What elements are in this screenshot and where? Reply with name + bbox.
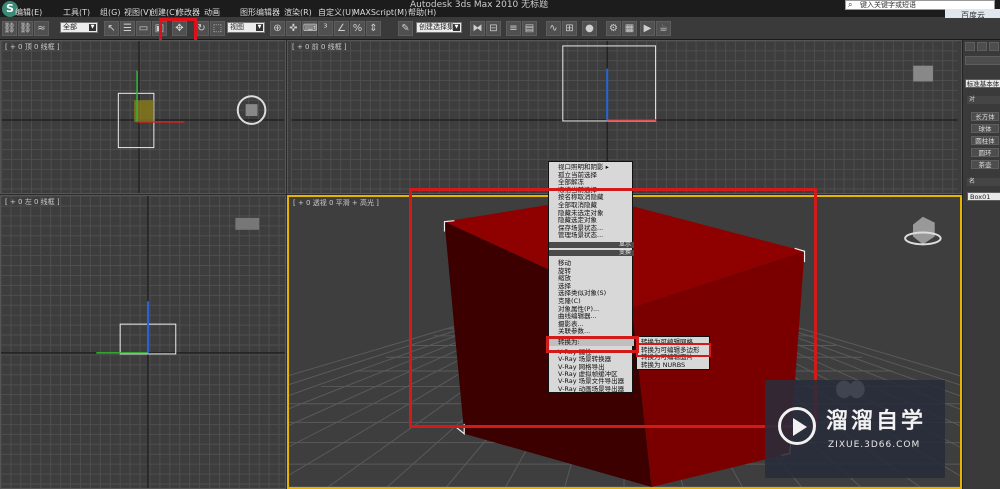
primitive-type-dropdown[interactable]: 标准基本体 (965, 79, 1000, 88)
chevron-down-icon: ▼ (453, 24, 460, 31)
modify-tab[interactable] (977, 42, 987, 51)
watermark-title: 溜溜自学 (826, 409, 927, 434)
object-type-button-4[interactable]: 茶壶 (971, 160, 999, 169)
select-object-icon[interactable]: ↖ (104, 21, 119, 36)
menu-rendering[interactable]: 渲染(R) (284, 8, 312, 18)
menu-create[interactable]: 创建(C) (150, 8, 178, 18)
viewport-left[interactable]: [ + 0 左 0 线框 ] (0, 195, 286, 489)
hierarchy-tab[interactable] (989, 42, 999, 51)
graphite-ribbon-icon[interactable]: ▤ (522, 21, 537, 36)
align-icon[interactable]: ⊟ (486, 21, 501, 36)
left-grid (1, 196, 285, 488)
percent-snap-icon[interactable]: % (350, 21, 365, 36)
play-icon (793, 418, 807, 436)
layer-manager-icon[interactable]: ≡ (506, 21, 521, 36)
edit-named-sets-icon[interactable]: ✎ (398, 21, 413, 36)
menu-help[interactable]: 帮助(H) (408, 8, 436, 18)
render-setup-icon[interactable]: ⚙ (606, 21, 621, 36)
menu-customize[interactable]: 自定义(U) (318, 8, 354, 18)
coordinate-system-value: 视图 (230, 23, 244, 31)
viewport-label-top[interactable]: [ + 0 顶 0 线框 ] (5, 43, 60, 51)
object-type-header[interactable]: 对 (967, 96, 1000, 104)
top-grid (1, 41, 285, 193)
angle-snap-icon[interactable]: ∠ (334, 21, 349, 36)
selection-filter-value: 全部 (63, 23, 77, 31)
menu-maxscript[interactable]: MAXScript(M) (353, 8, 407, 18)
menu-graph-editors[interactable]: 图形编辑器 (240, 8, 280, 18)
object-type-button-3[interactable]: 圆环 (971, 148, 999, 157)
name-color-header[interactable]: 名 (967, 178, 1000, 186)
create-tab[interactable] (965, 42, 975, 51)
pivot-icon[interactable]: ⊕ (270, 21, 285, 36)
object-type-button-1[interactable]: 球体 (971, 124, 999, 133)
menu-animation[interactable]: 动画 (204, 8, 220, 18)
named-selection-value: 创建选择集 (419, 23, 454, 31)
menu-edit[interactable]: 编辑(E) (15, 8, 42, 18)
viewport-top[interactable]: [ + 0 顶 0 线框 ] (0, 40, 286, 194)
object-type-button-2[interactable]: 圆柱体 (971, 136, 999, 145)
snap-toggle-icon[interactable]: ³ (318, 21, 333, 36)
menu-tools[interactable]: 工具(T) (63, 8, 90, 18)
viewport-label-front[interactable]: [ + 0 前 0 线框 ] (292, 43, 347, 51)
scale-icon[interactable]: ⬚ (210, 21, 225, 36)
teapot-icon[interactable]: ☕ (656, 21, 671, 36)
viewport-label-left[interactable]: [ + 0 左 0 线框 ] (5, 198, 60, 206)
menu-modifiers[interactable]: 修改器 (176, 8, 200, 18)
chevron-down-icon: ▼ (89, 24, 96, 31)
unlink-icon[interactable]: ⛓ (18, 21, 33, 36)
coordinate-system-dropdown[interactable]: 视图 ▼ (227, 22, 265, 33)
render-icon[interactable]: ▶ (640, 21, 655, 36)
viewport-label-perspective[interactable]: [ + 0 透视 0 平滑 + 高光 ] (293, 199, 379, 207)
watermark-url: ZIXUE.3D66.COM (828, 440, 921, 450)
search-icon: ⌕ (848, 0, 853, 9)
rectangle-region-icon[interactable]: ▭ (136, 21, 151, 36)
spinner-snap-icon[interactable]: ⇕ (366, 21, 381, 36)
keyboard-shortcut-icon[interactable]: ⌨ (302, 21, 317, 36)
schematic-view-icon[interactable]: ⊞ (562, 21, 577, 36)
menu-group[interactable]: 组(G) (100, 8, 120, 18)
chevron-down-icon: ▼ (256, 24, 263, 31)
link-icon[interactable]: ⛓ (2, 21, 17, 36)
selection-filter-dropdown[interactable]: 全部 ▼ (60, 22, 98, 33)
curve-editor-icon[interactable]: ∿ (546, 21, 561, 36)
object-highlight (409, 188, 817, 428)
material-editor-icon[interactable]: ● (582, 21, 597, 36)
menu-item-display-0[interactable]: 视口照明和阴影 ▸ (549, 164, 634, 171)
menu-views[interactable]: 视图(V) (124, 8, 152, 18)
named-selection-dropdown[interactable]: 创建选择集 ▼ (416, 22, 462, 33)
select-manipulate-icon[interactable]: ✜ (286, 21, 301, 36)
bind-spacewarp-icon[interactable]: ≈ (34, 21, 49, 36)
mirror-icon[interactable]: ⧓ (470, 21, 485, 36)
object-name-field[interactable]: Box01 (967, 192, 1000, 201)
command-panel: 标准基本体 对 长方体球体圆柱体圆环茶壶 名 Box01 (962, 40, 1000, 489)
geometry-category-icons[interactable] (965, 56, 1000, 65)
rendered-frame-icon[interactable]: ▦ (622, 21, 637, 36)
select-by-name-icon[interactable]: ☰ (120, 21, 135, 36)
object-type-button-0[interactable]: 长方体 (971, 112, 999, 121)
